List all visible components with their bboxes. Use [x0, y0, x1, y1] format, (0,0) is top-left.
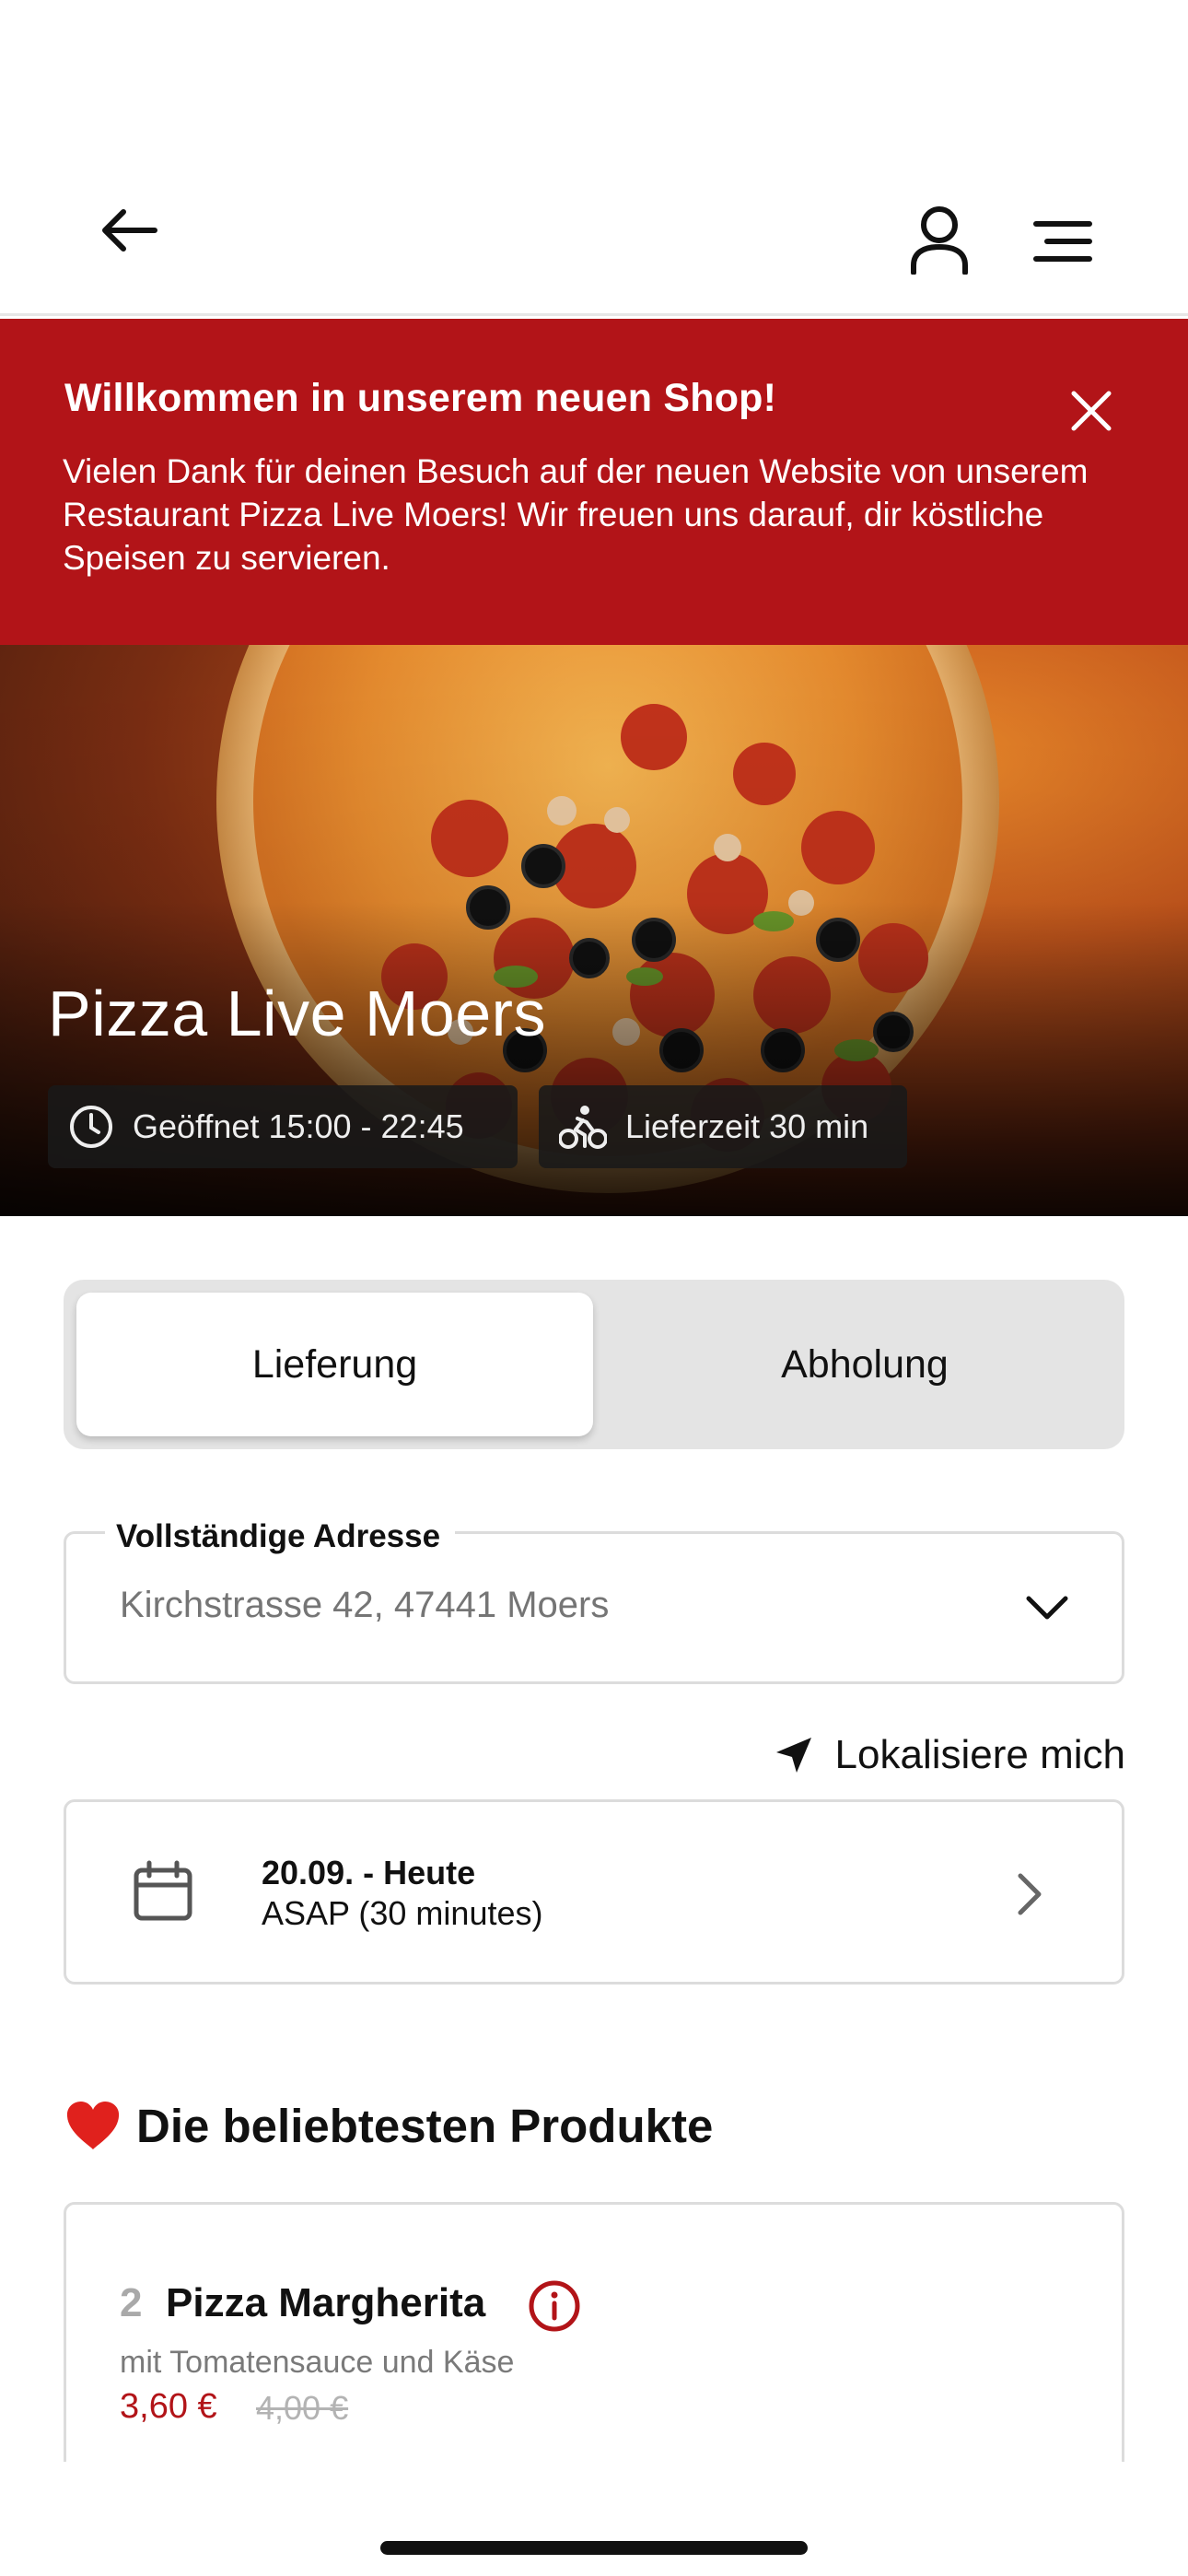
delivery-bike-icon: [559, 1106, 607, 1149]
product-price: 3,60 €: [120, 2387, 217, 2426]
popular-products-label: Die beliebtesten Produkte: [136, 2099, 714, 2152]
selected-time: ASAP (30 minutes): [262, 1894, 543, 1932]
chevron-right-icon: [1018, 1873, 1042, 1915]
arrow-left-icon: [102, 209, 157, 252]
hamburger-menu-icon: [1033, 221, 1092, 262]
address-label: Vollständige Adresse: [105, 1518, 456, 1555]
chevron-down-icon: [1026, 1596, 1068, 1620]
product-description: mit Tomatensauce und Käse: [120, 2345, 515, 2380]
location-arrow-icon: [775, 1738, 811, 1773]
delivery-time-selector[interactable]: 20.09. - Heute ASAP (30 minutes): [64, 1799, 1124, 1985]
home-indicator[interactable]: [380, 2541, 808, 2555]
product-old-price: 4,00 €: [256, 2389, 349, 2427]
time-selector-open[interactable]: [1002, 1867, 1057, 1922]
delivery-time-chip: Lieferzeit 30 min: [539, 1085, 907, 1168]
heart-icon: [64, 2100, 122, 2151]
address-dropdown-toggle[interactable]: [1024, 1585, 1070, 1631]
delivery-time-text: Lieferzeit 30 min: [625, 1107, 869, 1145]
opening-hours-text: Geöffnet 15:00 - 22:45: [133, 1107, 464, 1145]
toggle-delivery[interactable]: Lieferung: [76, 1293, 593, 1436]
toggle-pickup[interactable]: Abholung: [607, 1293, 1123, 1436]
product-name: Pizza Margherita: [166, 2280, 486, 2325]
popular-products-title: Die beliebtesten Produkte: [64, 2093, 713, 2158]
address-input[interactable]: [120, 1585, 967, 1626]
product-number: 2: [120, 2280, 143, 2325]
banner-text: Vielen Dank für deinen Besuch auf der ne…: [63, 452, 1089, 577]
order-mode-toggle: Lieferung Abholung: [64, 1280, 1124, 1449]
locate-me-button[interactable]: Lokalisiere mich: [755, 1725, 1125, 1786]
app-header: [0, 0, 1188, 316]
restaurant-hero: Pizza Live Moers Geöffnet 15:00 - 22:45 …: [0, 645, 1188, 1216]
locate-me-label: Lokalisiere mich: [834, 1732, 1125, 1777]
user-icon: [911, 206, 968, 275]
banner-close-button[interactable]: [1064, 383, 1119, 439]
restaurant-name: Pizza Live Moers: [48, 978, 546, 1049]
opening-hours-chip: Geöffnet 15:00 - 22:45: [48, 1085, 518, 1168]
close-icon: [1071, 391, 1112, 431]
info-icon[interactable]: [527, 2278, 582, 2334]
selected-date: 20.09. - Heute: [262, 1854, 476, 1891]
back-button[interactable]: [92, 193, 166, 267]
banner-title: Willkommen in unserem neuen Shop!: [64, 376, 777, 420]
welcome-banner: Willkommen in unserem neuen Shop! Vielen…: [0, 319, 1188, 645]
bottom-bar: [0, 2462, 1188, 2576]
clock-icon: [70, 1106, 112, 1148]
account-button[interactable]: [898, 198, 981, 281]
calendar-icon: [134, 1860, 192, 1921]
menu-button[interactable]: [1024, 203, 1101, 280]
